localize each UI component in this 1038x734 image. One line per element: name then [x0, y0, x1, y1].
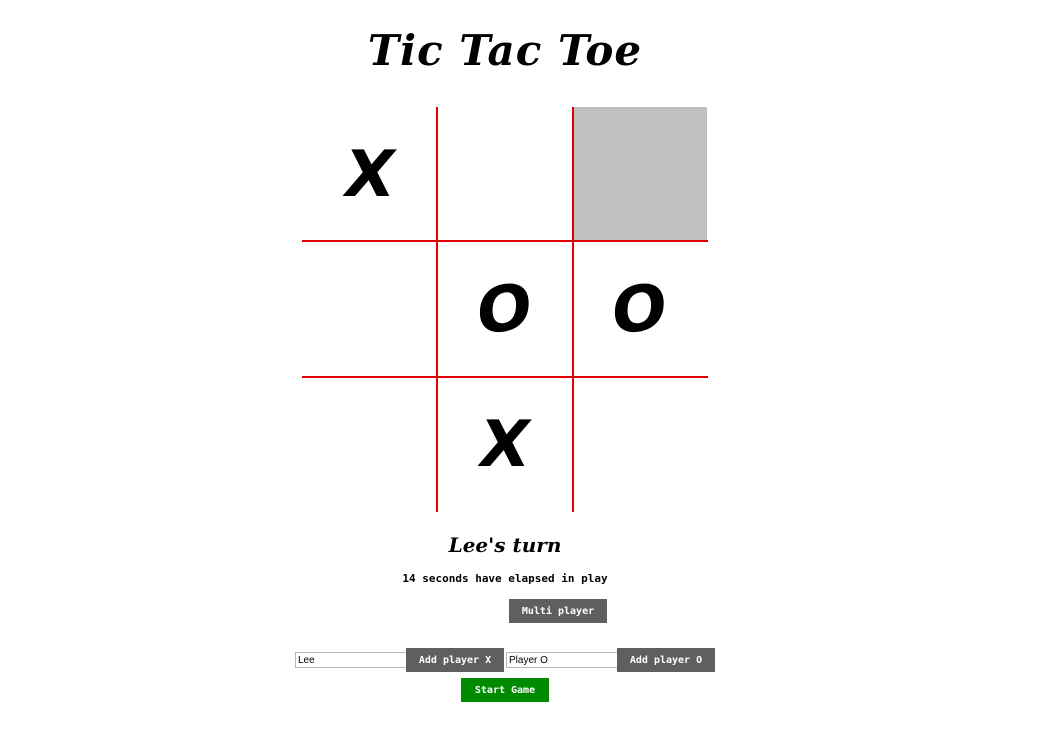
add-player-x-button[interactable]: Add player X [406, 648, 504, 672]
board-cell-1[interactable]: X [302, 107, 437, 242]
board-cell-7[interactable] [302, 377, 437, 512]
multi-player-button[interactable]: Multi player [509, 599, 607, 623]
board-cell-2[interactable] [437, 107, 572, 242]
cell-mark: O [610, 269, 669, 350]
board-cell-3[interactable] [572, 107, 707, 242]
grid-line-horizontal-1 [302, 240, 708, 242]
cell-mark: X [473, 407, 536, 482]
add-player-o-button[interactable]: Add player O [617, 648, 715, 672]
player-o-name-input[interactable] [506, 652, 618, 668]
player-x-name-input[interactable] [295, 652, 407, 668]
board-cell-6[interactable]: O [572, 242, 707, 377]
elapsed-time: 14 seconds have elapsed in play [402, 572, 608, 585]
cell-mark: X [338, 137, 401, 212]
game-board: X O O X [302, 107, 708, 512]
board-cell-9[interactable] [572, 377, 707, 512]
board-cell-8[interactable]: X [437, 377, 572, 512]
cell-mark: O [475, 269, 534, 350]
grid-line-horizontal-2 [302, 376, 708, 378]
grid-line-vertical-1 [436, 107, 438, 512]
grid-line-vertical-2 [572, 107, 574, 512]
board-cell-4[interactable] [302, 242, 437, 377]
board-cell-5[interactable]: O [437, 242, 572, 377]
page-title: Tic Tac Toe [367, 26, 643, 75]
start-game-button[interactable]: Start Game [461, 678, 549, 702]
turn-indicator: Lee's turn [448, 533, 562, 557]
